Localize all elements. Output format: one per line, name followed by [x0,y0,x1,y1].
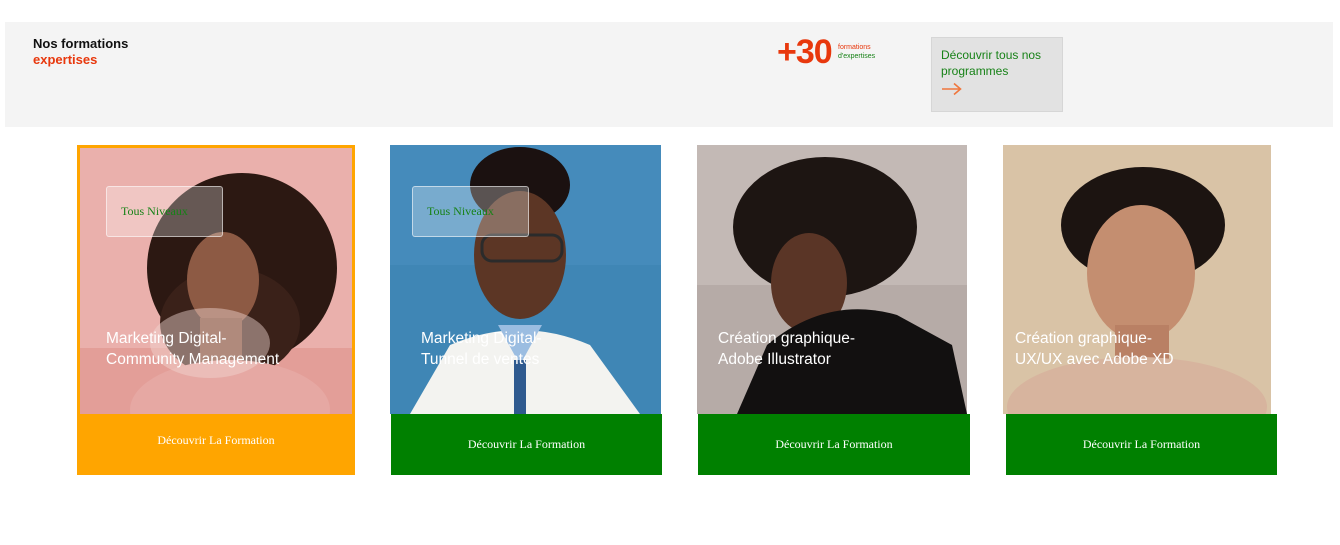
course-title: Marketing Digital- Community Management [106,328,279,370]
course-title-line1: Création graphique- [718,330,856,347]
discover-course-button[interactable]: Découvrir La Formation [1006,414,1277,475]
hero-banner: Nos formations expertises +30 formations… [5,22,1333,127]
course-title: Marketing Digital- Tunnel de ventes [421,328,542,370]
course-title-line2: Tunnel de ventes [421,351,540,368]
course-card[interactable]: Tous Niveaux Marketing Digital- Tunnel d… [390,145,662,475]
discover-course-button[interactable]: Découvrir La Formation [391,414,662,475]
formations-count-label-line2: d'expertises [838,53,876,60]
course-title: Création graphique- Adobe Illustrator [718,328,855,370]
arrow-right-icon [942,82,962,96]
formations-count-label-line1: formations [838,44,871,51]
course-photo [697,145,967,414]
course-title-line1: Marketing Digital- [106,330,227,347]
course-card[interactable]: Création graphique- UX/UX avec Adobe XD … [1003,145,1277,475]
discover-course-button[interactable]: Découvrir La Formation [77,415,355,471]
formations-count-number: +30 [777,33,833,71]
course-card[interactable]: Tous Niveaux Marketing Digital- Communit… [77,145,355,475]
course-title: Création graphique- UX/UX avec Adobe XD [1015,328,1174,370]
level-badge: Tous Niveaux [106,186,223,237]
course-title-line1: Marketing Digital- [421,330,542,347]
course-title-line2: UX/UX avec Adobe XD [1015,351,1174,368]
formations-count-label: formations d'expertises [838,43,875,61]
course-title-line2: Adobe Illustrator [718,351,831,368]
section-title-line2: expertises [33,52,98,67]
section-title: Nos formations expertises [33,36,128,68]
course-title-line1: Création graphique- [1015,330,1153,347]
course-title-line2: Community Management [106,351,280,368]
course-photo [1003,145,1271,414]
level-badge: Tous Niveaux [412,186,529,237]
discover-all-programs-button[interactable]: Découvrir tous nos programmes [931,37,1063,112]
discover-all-programs-label: Découvrir tous nos programmes [941,48,1042,78]
course-card[interactable]: Création graphique- Adobe Illustrator Dé… [697,145,970,475]
section-title-line1: Nos formations [33,36,129,51]
discover-course-button[interactable]: Découvrir La Formation [698,414,970,475]
